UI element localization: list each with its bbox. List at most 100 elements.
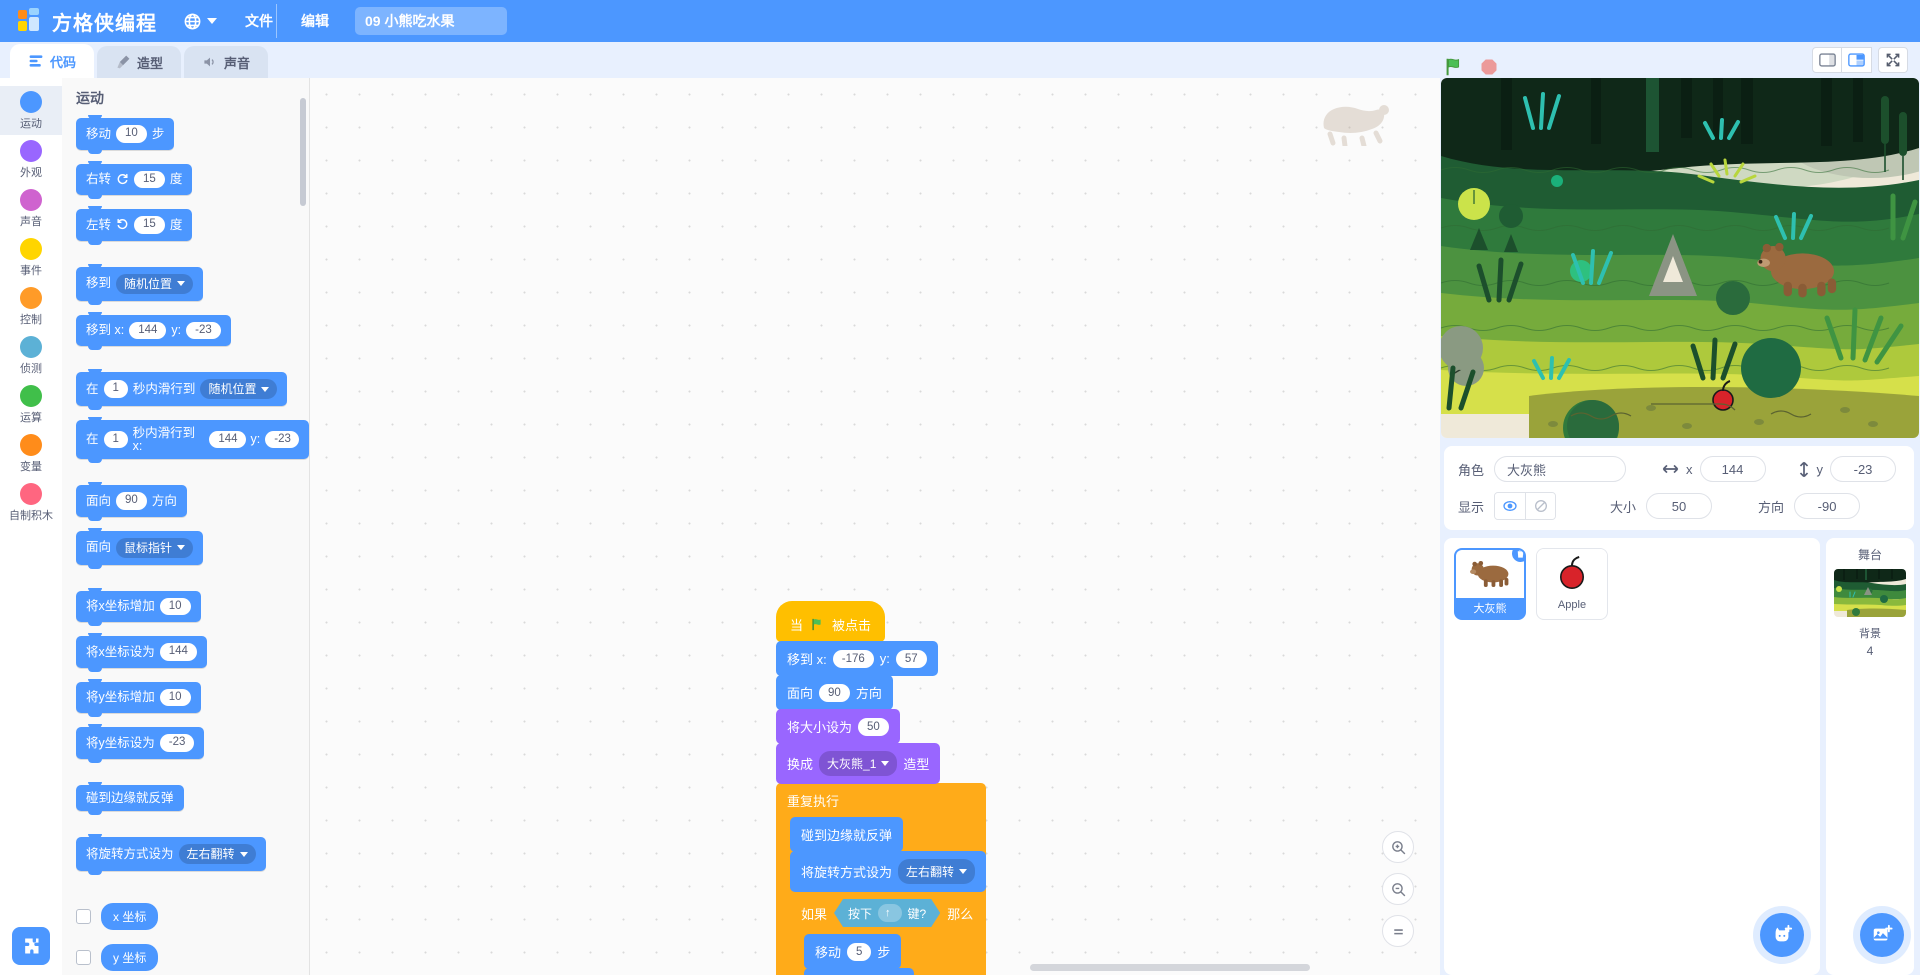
block-input-y[interactable]: -23 [186,321,221,339]
key-dropdown-up[interactable]: ↑ [878,904,902,922]
palette-block-set-y[interactable]: 将y坐标设为 -23 [76,724,205,762]
block-input-size[interactable]: 50 [858,717,889,736]
palette-block-goto-random[interactable]: 移到 随机位置 [76,263,204,305]
palette-block-bounce[interactable]: 碰到边缘就反弹 [76,781,184,815]
palette-block-turn-right[interactable]: 右转 15 度 [76,160,193,199]
block-point-direction-0[interactable]: 面向 0 方向 [804,968,915,975]
palette-block-glide-xy[interactable]: 在 1 秒内滑行到 x: 144 y: -23 [76,417,309,463]
sprite-item-apple[interactable]: Apple [1536,548,1608,620]
script-stack[interactable]: 当 被点击 移到 x: -176 y: 57 面向 90 方向 将大小设为 50… [776,601,987,975]
language-menu[interactable] [169,6,231,37]
edit-menu[interactable]: 编辑 [287,5,343,37]
palette-block-move[interactable]: 移动 10 步 [76,115,175,153]
block-move-steps[interactable]: 移动 5 步 [804,934,902,969]
zoom-in-button[interactable] [1382,831,1414,863]
sprite-direction-input[interactable]: -90 [1794,493,1861,519]
block-input-x[interactable]: -176 [832,649,874,668]
project-title-input[interactable]: 09 小熊吃水果 [355,7,507,35]
palette-block-goto-xy[interactable]: 移到 x: 144 y: -23 [76,311,231,350]
block-set-rotation-style[interactable]: 将旋转方式设为 左右翻转 [790,851,987,892]
palette-block-change-y[interactable]: 将y坐标增加 10 [76,678,201,717]
stage-thumbnail[interactable] [1834,569,1906,617]
large-stage-button[interactable] [1842,47,1872,73]
block-input-degrees[interactable]: 15 [134,170,165,188]
category-variables[interactable]: 变量 [0,429,62,478]
block-dropdown-towards[interactable]: 鼠标指针 [116,537,194,558]
stop-button[interactable] [1479,57,1499,77]
sprite-y-input[interactable]: -23 [1830,456,1897,482]
block-bounce[interactable]: 碰到边缘就反弹 [790,817,904,852]
palette-block-glide-random[interactable]: 在 1 秒内滑行到 随机位置 [76,369,288,410]
add-sprite-button[interactable] [1760,913,1804,957]
block-point-direction[interactable]: 面向 90 方向 [776,675,893,710]
block-input-y[interactable]: 57 [895,649,927,668]
add-extension-button[interactable] [12,927,50,965]
block-when-flag-clicked[interactable]: 当 被点击 [776,601,886,642]
tab-sounds[interactable]: 声音 [184,46,268,78]
sprite-size-input[interactable]: 50 [1646,493,1713,519]
script-canvas[interactable]: 当 被点击 移到 x: -176 y: 57 面向 90 方向 将大小设为 50… [310,78,1440,975]
block-input-y[interactable]: -23 [265,430,299,449]
block-if-up-key[interactable]: 如果 按下 ↑ 键? 那么 移动 5 步 [790,891,985,975]
category-control[interactable]: 控制 [0,282,62,331]
block-goto-xy[interactable]: 移到 x: -176 y: 57 [776,641,938,676]
variable-x-reporter[interactable]: x 坐标 [101,903,159,930]
hide-sprite-button[interactable] [1525,493,1556,519]
palette-block-set-rotation[interactable]: 将旋转方式设为 左右翻转 [76,834,266,875]
category-sound[interactable]: 声音 [0,184,62,233]
green-flag-button[interactable] [1443,56,1465,78]
category-motion[interactable]: 运动 [0,86,62,135]
block-dropdown-target[interactable]: 随机位置 [200,379,278,399]
add-backdrop-button[interactable] [1860,913,1904,957]
block-input-steps[interactable]: 5 [847,942,872,961]
block-input-dy[interactable]: 10 [159,688,191,706]
stage-pane[interactable]: 舞台 背景 4 [1826,538,1914,975]
palette-block-turn-left[interactable]: 左转 15 度 [76,206,193,244]
category-sensing[interactable]: 侦测 [0,331,62,380]
tab-code[interactable]: 代码 [10,44,94,78]
palette-block-set-x[interactable]: 将x坐标设为 144 [76,633,207,671]
variable-y-checkbox[interactable] [76,950,91,965]
block-dropdown-rotation[interactable]: 左右翻转 [178,844,256,864]
block-dropdown-rotation[interactable]: 左右翻转 [898,859,976,884]
zoom-out-button[interactable] [1382,873,1414,905]
block-switch-costume[interactable]: 换成 大灰熊_1 造型 [776,743,941,784]
category-operators[interactable]: 运算 [0,380,62,429]
palette-block-point-towards[interactable]: 面向 鼠标指针 [76,527,204,569]
stage[interactable] [1441,78,1919,438]
block-input-x[interactable]: 144 [159,643,197,661]
block-forever[interactable]: 重复执行 碰到边缘就反弹 将旋转方式设为 左右翻转 如果 按下 ↑ 键? 那么 … [776,783,987,975]
app-logo[interactable]: 方格侠编程 [10,7,169,36]
category-events[interactable]: 事件 [0,233,62,282]
palette-scrollbar[interactable] [300,98,306,206]
block-key-pressed-up[interactable]: 按下 ↑ 键? [834,899,940,927]
variable-y-reporter[interactable]: y 坐标 [101,944,159,971]
sprite-item-bear[interactable]: 大灰熊 [1454,548,1526,620]
palette-block-point-direction[interactable]: 面向 90 方向 [76,482,187,520]
sprite-name-input[interactable]: 大灰熊 [1494,456,1627,482]
block-input-direction[interactable]: 90 [819,683,850,702]
block-input-degrees[interactable]: 15 [134,216,165,234]
block-dropdown-costume[interactable]: 大灰熊_1 [819,751,898,776]
sprite-x-input[interactable]: 144 [1699,456,1766,482]
show-sprite-button[interactable] [1495,493,1526,519]
block-input-steps[interactable]: 10 [116,125,147,143]
sprite-list[interactable]: 大灰熊 Apple [1444,538,1820,975]
category-looks[interactable]: 外观 [0,135,62,184]
category-myblocks[interactable]: 自制积木 [0,478,62,527]
tab-costumes[interactable]: 造型 [97,46,181,78]
fullscreen-button[interactable] [1878,47,1908,73]
block-palette[interactable]: 运动 移动 10 步 右转 15 度 左转 15 度 移到 随机位置 移到 x:… [62,78,310,975]
block-input-dx[interactable]: 10 [159,597,191,615]
block-input-direction[interactable]: 90 [116,492,147,510]
zoom-reset-button[interactable] [1382,915,1414,947]
block-input-x[interactable]: 144 [209,430,246,449]
block-set-size[interactable]: 将大小设为 50 [776,709,900,744]
block-input-y[interactable]: -23 [159,734,195,752]
block-input-secs[interactable]: 1 [103,430,128,449]
small-stage-button[interactable] [1812,47,1842,73]
variable-x-checkbox[interactable] [76,909,91,924]
block-input-secs[interactable]: 1 [103,380,128,398]
block-input-x[interactable]: 144 [129,321,167,339]
file-menu[interactable]: 文件 [231,5,287,37]
